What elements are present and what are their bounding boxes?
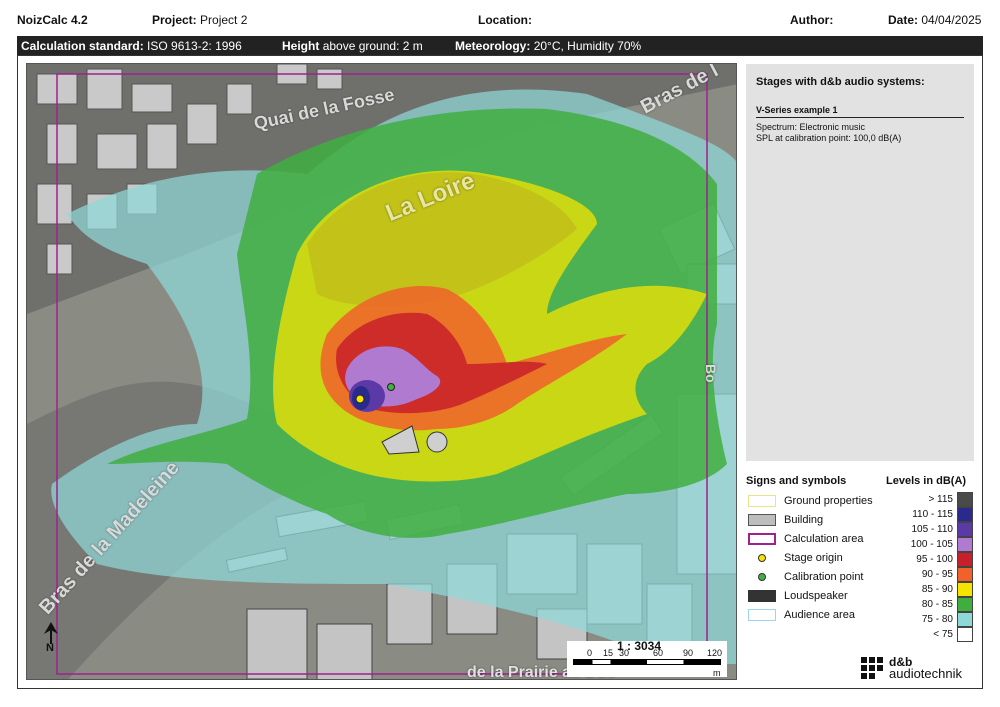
level-range: 85 - 90 xyxy=(921,584,953,595)
legend-label: Building xyxy=(784,514,824,526)
level-color-chip xyxy=(957,522,973,537)
symbols-legend-title: Signs and symbols xyxy=(746,475,847,487)
standard-field: Calculation standard: ISO 9613-2: 1996 xyxy=(21,39,242,53)
app-title: NoizCalc 4.2 xyxy=(17,13,88,27)
calibration-point-icon xyxy=(758,573,766,581)
scale-tick: 90 xyxy=(683,648,694,658)
level-row: > 115 xyxy=(900,492,980,508)
level-color-chip xyxy=(957,612,973,627)
level-range: 100 - 105 xyxy=(910,539,953,550)
standard-label: Calculation standard: xyxy=(21,39,144,53)
scale-bar: 1 : 3034 0 15 30 60 90 120 m xyxy=(567,639,727,678)
level-color-chip xyxy=(957,552,973,567)
scale-ticks-bar xyxy=(573,659,721,665)
level-range: 80 - 85 xyxy=(921,599,953,610)
scale-tick: 30 xyxy=(619,648,630,658)
scale-tick: 0 xyxy=(587,648,593,658)
stages-info-panel: Stages with d&b audio systems: V-Series … xyxy=(746,64,974,461)
date-field: Date: 04/04/2025 xyxy=(888,13,981,35)
level-color-chip xyxy=(957,597,973,612)
stage-origin-icon xyxy=(758,554,766,562)
level-color-chip xyxy=(957,582,973,597)
location-label: Location: xyxy=(478,13,532,27)
level-row: 95 - 100 xyxy=(900,552,980,568)
level-range: < 75 xyxy=(933,629,953,640)
author-field: Author: xyxy=(790,13,833,35)
stages-title: Stages with d&b audio systems: xyxy=(756,76,925,88)
level-color-chip xyxy=(957,537,973,552)
building-icon xyxy=(748,514,776,526)
scale-tick: 60 xyxy=(653,648,664,658)
project-label: Project: xyxy=(152,13,197,27)
level-range: > 115 xyxy=(928,494,953,505)
level-range: 110 - 115 xyxy=(912,509,953,520)
logo-sub: audiotechnik xyxy=(889,666,962,681)
level-row: 100 - 105 xyxy=(900,537,980,553)
noise-map-graphic xyxy=(27,64,736,679)
divider xyxy=(756,117,964,118)
height-label: Height xyxy=(282,39,320,53)
height-value: above ground: 2 m xyxy=(322,39,423,53)
north-arrow-icon: N xyxy=(40,620,62,660)
level-row: 110 - 115 xyxy=(900,507,980,523)
level-row: 105 - 110 xyxy=(900,522,980,538)
calculation-area-icon xyxy=(748,533,776,545)
noise-map[interactable]: Quai de la Fosse La Loire Bras de la Mad… xyxy=(26,63,737,680)
standard-value: ISO 9613-2: 1996 xyxy=(147,39,242,53)
legend-label: Loudspeaker xyxy=(784,590,848,602)
level-color-chip xyxy=(957,567,973,582)
stage-name: V-Series example 1 xyxy=(756,105,838,115)
ground-properties-icon xyxy=(748,495,776,507)
legend-label: Stage origin xyxy=(784,552,843,564)
north-label: N xyxy=(46,642,54,654)
level-row: 75 - 80 xyxy=(900,612,980,628)
meteorology-label: Meteorology: xyxy=(455,39,531,53)
project-field: Project: Project 2 xyxy=(152,13,247,35)
legend-label: Audience area xyxy=(784,609,855,621)
scale-tick: 15 xyxy=(603,648,614,658)
level-row: < 75 xyxy=(900,627,980,643)
author-label: Author: xyxy=(790,13,834,27)
level-range: 105 - 110 xyxy=(911,524,953,535)
legend-label: Calculation area xyxy=(784,533,864,545)
project-value: Project 2 xyxy=(200,13,248,27)
level-row: 85 - 90 xyxy=(900,582,980,598)
level-range: 75 - 80 xyxy=(921,614,953,625)
level-row: 80 - 85 xyxy=(900,597,980,613)
level-row: 90 - 95 xyxy=(900,567,980,583)
level-color-chip xyxy=(957,627,973,642)
level-range: 90 - 95 xyxy=(921,569,953,580)
levels-legend-title: Levels in dB(A) xyxy=(886,475,967,487)
meteorology-field: Meteorology: 20°C, Humidity 70% xyxy=(455,39,641,53)
stage-spectrum: Spectrum: Electronic music xyxy=(756,122,866,132)
date-label: Date: xyxy=(888,13,919,27)
legend-label: Calibration point xyxy=(784,571,864,583)
stage-spl: SPL at calibration point: 100,0 dB(A) xyxy=(756,133,902,143)
level-color-chip xyxy=(957,507,973,522)
location-field: Location: xyxy=(478,13,532,35)
level-range: 95 - 100 xyxy=(916,554,953,565)
height-field: Height above ground: 2 m xyxy=(282,39,423,53)
scale-tick: 120 xyxy=(707,648,723,658)
map-label-bo: Bo xyxy=(703,364,719,383)
meteorology-value: 20°C, Humidity 70% xyxy=(533,39,642,53)
audience-area-icon xyxy=(748,609,776,621)
scale-unit: m xyxy=(713,668,721,678)
loudspeaker-icon xyxy=(748,590,776,602)
legend-label: Ground properties xyxy=(784,495,873,507)
level-color-chip xyxy=(957,492,973,507)
db-audiotechnik-logo: d&b audiotechnik xyxy=(859,655,979,683)
parameters-bar: Calculation standard: ISO 9613-2: 1996 H… xyxy=(17,36,983,55)
date-value: 04/04/2025 xyxy=(921,13,982,27)
